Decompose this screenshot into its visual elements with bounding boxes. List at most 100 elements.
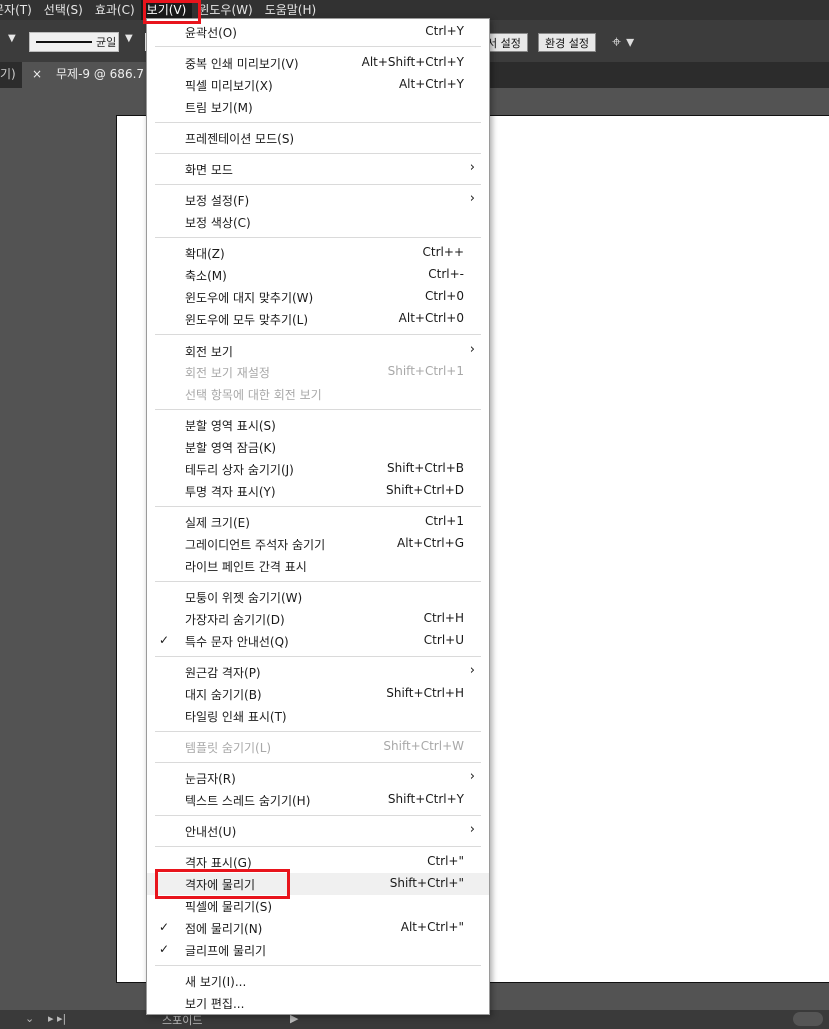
menu-item-zoom-in[interactable]: 확대(Z) Ctrl++ xyxy=(147,242,489,264)
tab-previous[interactable]: 기) xyxy=(0,62,16,88)
menu-item-label: 화면 모드 xyxy=(185,163,233,177)
menu-item-edit-views[interactable]: 보기 편집... xyxy=(147,992,489,1014)
menu-item-label: 점에 물리기(N) xyxy=(185,922,263,936)
menu-item-label: 선택 항목에 대한 회전 보기 xyxy=(185,388,322,402)
menu-window[interactable]: 윈도우(W) xyxy=(192,0,258,20)
menu-item-reset-rotate-view: 회전 보기 재설정 Shift+Ctrl+1 xyxy=(147,361,489,383)
stroke-profile-select[interactable]: 균일 xyxy=(29,32,119,52)
menu-item-label: 회전 보기 xyxy=(185,345,233,359)
menu-item-label: 중복 인쇄 미리보기(V) xyxy=(185,57,299,71)
menu-separator xyxy=(155,334,481,335)
menu-item-label: 윈도우에 대지 맞추기(W) xyxy=(185,291,314,305)
chevron-right-icon: › xyxy=(469,160,475,175)
menu-item-label: 트림 보기(M) xyxy=(185,101,253,115)
menu-item-label: 실제 크기(E) xyxy=(185,516,250,530)
menu-help[interactable]: 도움말(H) xyxy=(259,0,323,20)
menu-separator xyxy=(155,184,481,185)
menu-item-hide-artboards[interactable]: 대지 숨기기(B) Shift+Ctrl+H xyxy=(147,683,489,705)
menu-item-outline[interactable]: 윤곽선(O) Ctrl+Y xyxy=(147,21,489,43)
menu-item-shortcut: Ctrl+0 xyxy=(424,289,464,303)
menu-item-shortcut: Shift+Ctrl+W xyxy=(383,739,464,753)
menu-select[interactable]: 선택(S) xyxy=(38,0,89,20)
pin-icon[interactable]: ⌖ ▾ xyxy=(612,32,634,52)
menu-item-hide-text-threads[interactable]: 텍스트 스레드 숨기기(H) Shift+Ctrl+Y xyxy=(147,789,489,811)
menu-item-shortcut: Ctrl+" xyxy=(427,854,464,868)
chevron-right-icon: › xyxy=(469,822,475,837)
menu-item-trim-view[interactable]: 트림 보기(M) xyxy=(147,96,489,118)
menu-item-proof-setup[interactable]: 보정 설정(F) › xyxy=(147,189,489,211)
menu-item-shortcut: Ctrl+- xyxy=(428,267,464,281)
menu-item-label: 테두리 상자 숨기기(J) xyxy=(185,463,294,477)
chevron-down-icon[interactable]: ⌄ xyxy=(25,1012,34,1025)
menu-item-zoom-out[interactable]: 축소(M) Ctrl+- xyxy=(147,264,489,286)
menu-item-shortcut: Shift+Ctrl+D xyxy=(386,483,464,497)
menu-item-shortcut: Shift+Ctrl+1 xyxy=(387,364,464,378)
menu-item-show-transparency-grid[interactable]: 투명 격자 표시(Y) Shift+Ctrl+D xyxy=(147,480,489,502)
menu-item-show-slices[interactable]: 분할 영역 표시(S) xyxy=(147,414,489,436)
menu-item-overprint-preview[interactable]: 중복 인쇄 미리보기(V) Alt+Shift+Ctrl+Y xyxy=(147,52,489,74)
menu-item-show-print-tiling[interactable]: 타일링 인쇄 표시(T) xyxy=(147,705,489,727)
menu-item-hide-edges[interactable]: 가장자리 숨기기(D) Ctrl+H xyxy=(147,608,489,630)
menu-item-lock-slices[interactable]: 분할 영역 잠금(K) xyxy=(147,436,489,458)
nav-next-icon[interactable]: ▸ ▸| xyxy=(48,1012,66,1025)
menu-separator xyxy=(155,506,481,507)
menu-item-hide-gradient-annotator[interactable]: 그레이디언트 주석자 숨기기 Alt+Ctrl+G xyxy=(147,533,489,555)
menu-separator xyxy=(155,581,481,582)
menu-item-snap-to-glyph[interactable]: ✓ 글리프에 물리기 xyxy=(147,939,489,961)
scrollbar[interactable] xyxy=(793,1012,823,1026)
menu-item-perspective-grid[interactable]: 원근감 격자(P) › xyxy=(147,661,489,683)
chevron-right-icon: › xyxy=(469,663,475,678)
menu-separator xyxy=(155,762,481,763)
menu-item-presentation-mode[interactable]: 프레젠테이션 모드(S) xyxy=(147,127,489,149)
menu-separator xyxy=(155,409,481,410)
menubar: 문자(T) 선택(S) 효과(C) 보기(V) 윈도우(W) 도움말(H) xyxy=(0,0,829,20)
menu-type[interactable]: 문자(T) xyxy=(0,0,38,20)
menu-item-pixel-preview[interactable]: 픽셀 미리보기(X) Alt+Ctrl+Y xyxy=(147,74,489,96)
checkmark-icon: ✓ xyxy=(159,942,170,956)
menu-item-label: 텍스트 스레드 숨기기(H) xyxy=(185,794,311,808)
tab-active-document[interactable]: × 무제-9 @ 686.7 xyxy=(22,62,152,88)
menu-item-shortcut: Shift+Ctrl+B xyxy=(387,461,464,475)
menu-separator xyxy=(155,656,481,657)
highlight-view-menu xyxy=(143,0,201,24)
menu-item-label: 보기 편집... xyxy=(185,997,245,1011)
menu-item-rotate-view[interactable]: 회전 보기 › xyxy=(147,340,489,362)
menu-separator xyxy=(155,237,481,238)
menu-item-rulers[interactable]: 눈금자(R) › xyxy=(147,767,489,789)
view-menu-dropdown: 윤곽선(O) Ctrl+Y 중복 인쇄 미리보기(V) Alt+Shift+Ct… xyxy=(146,18,490,1015)
menu-item-label: 글리프에 물리기 xyxy=(185,944,267,958)
menu-item-label: 라이브 페인트 간격 표시 xyxy=(185,560,307,574)
menu-item-label: 분할 영역 잠금(K) xyxy=(185,441,277,455)
menu-item-label: 투명 격자 표시(Y) xyxy=(185,485,276,499)
menu-item-guides[interactable]: 안내선(U) › xyxy=(147,820,489,842)
menu-item-snap-to-point[interactable]: ✓ 점에 물리기(N) Alt+Ctrl+" xyxy=(147,917,489,939)
menu-item-show-live-paint-gaps[interactable]: 라이브 페인트 간격 표시 xyxy=(147,555,489,577)
menu-item-proof-colors[interactable]: 보정 색상(C) xyxy=(147,211,489,233)
close-icon[interactable]: × xyxy=(32,62,42,86)
stroke-profile-label: 균일 xyxy=(96,36,117,49)
menu-item-label: 타일링 인쇄 표시(T) xyxy=(185,710,287,724)
chevron-down-icon[interactable]: ▼ xyxy=(8,33,16,44)
menu-item-label: 가장자리 숨기기(D) xyxy=(185,613,285,627)
menu-item-fit-artboard[interactable]: 윈도우에 대지 맞추기(W) Ctrl+0 xyxy=(147,286,489,308)
menu-item-actual-size[interactable]: 실제 크기(E) Ctrl+1 xyxy=(147,511,489,533)
menu-item-shortcut: Alt+Ctrl+" xyxy=(400,920,464,934)
chevron-right-icon: › xyxy=(469,191,475,206)
menu-item-screen-mode[interactable]: 화면 모드 › xyxy=(147,158,489,180)
menu-item-label: 확대(Z) xyxy=(185,247,225,261)
menu-item-label: 픽셀에 물리기(S) xyxy=(185,900,273,914)
menu-item-new-view[interactable]: 새 보기(I)... xyxy=(147,970,489,992)
menu-item-label: 축소(M) xyxy=(185,269,227,283)
menu-item-fit-all[interactable]: 윈도우에 모두 맞추기(L) Alt+Ctrl+0 xyxy=(147,308,489,330)
menu-effect[interactable]: 효과(C) xyxy=(89,0,141,20)
menu-item-shortcut: Shift+Ctrl+" xyxy=(389,876,464,890)
preferences-button[interactable]: 환경 설정 xyxy=(538,33,596,52)
menu-item-hide-bounding-box[interactable]: 테두리 상자 숨기기(J) Shift+Ctrl+B xyxy=(147,458,489,480)
menu-item-label: 새 보기(I)... xyxy=(185,975,247,989)
menu-item-shortcut: Ctrl+H xyxy=(423,611,464,625)
chevron-down-icon[interactable]: ▼ xyxy=(125,33,133,44)
menu-item-smart-guides[interactable]: ✓ 특수 문자 안내선(Q) Ctrl+U xyxy=(147,630,489,652)
menu-item-hide-corner-widget[interactable]: 모퉁이 위젯 숨기기(W) xyxy=(147,586,489,608)
checkmark-icon: ✓ xyxy=(159,633,170,647)
menu-item-shortcut: Shift+Ctrl+Y xyxy=(387,792,464,806)
